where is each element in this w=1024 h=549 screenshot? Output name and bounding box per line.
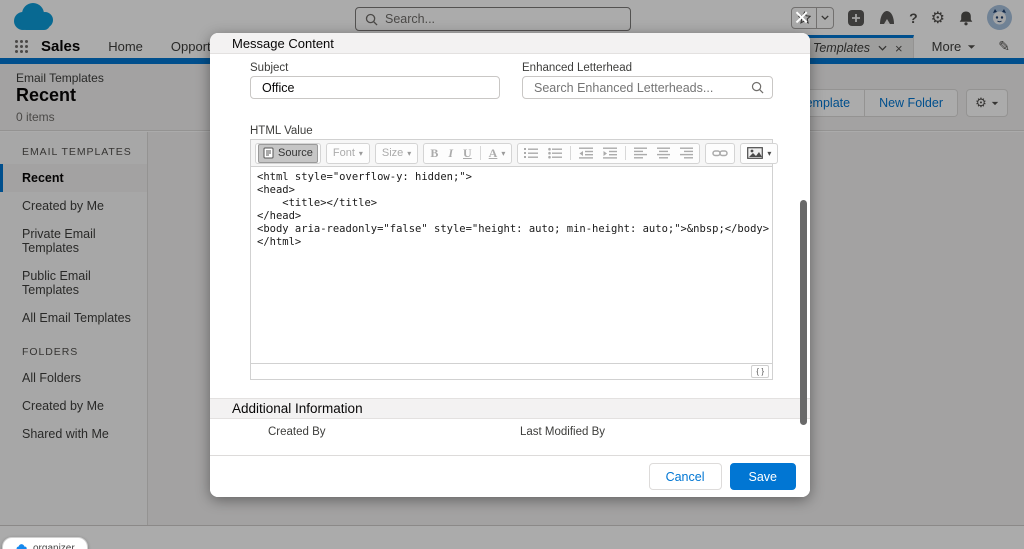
source-doc-icon xyxy=(263,147,274,159)
bulleted-list-icon[interactable] xyxy=(544,145,566,162)
align-center-icon[interactable] xyxy=(653,145,674,162)
created-by-label: Created By xyxy=(268,426,326,438)
text-color-button[interactable]: A ▾ xyxy=(485,145,510,162)
enhanced-letterhead-label: Enhanced Letterhead xyxy=(522,62,632,74)
link-icon[interactable] xyxy=(708,145,732,162)
image-button[interactable]: ▾ xyxy=(743,145,775,162)
link-group xyxy=(705,142,736,164)
enhanced-letterhead-input[interactable] xyxy=(523,80,751,95)
align-left-icon[interactable] xyxy=(630,145,651,162)
align-right-icon[interactable] xyxy=(676,145,697,162)
editor-toolbar: Source Font ▾ Size ▾ B I U A ▾ ▾ xyxy=(251,140,779,167)
elements-path-button[interactable]: { } xyxy=(751,365,769,378)
modal-close-icon[interactable]: × xyxy=(794,4,809,30)
font-group: Font ▾ xyxy=(325,142,370,164)
section-additional-information: Additional Information xyxy=(210,398,810,419)
bold-button[interactable]: B xyxy=(426,145,442,162)
image-group: ▾ xyxy=(740,142,779,164)
toolbar-separator xyxy=(479,146,481,160)
numbered-list-icon[interactable] xyxy=(520,145,542,162)
format-group: B I U A ▾ xyxy=(423,142,513,164)
html-value-label: HTML Value xyxy=(250,125,313,137)
save-button[interactable]: Save xyxy=(729,463,796,490)
search-icon xyxy=(751,81,764,94)
size-dropdown[interactable]: Size ▾ xyxy=(378,145,415,162)
editor-status-bar: { } xyxy=(251,363,772,379)
modal-scrollbar-thumb[interactable] xyxy=(800,200,807,425)
badge-label: organizer xyxy=(33,542,75,549)
modal-footer: Cancel Save xyxy=(210,455,810,497)
italic-button[interactable]: I xyxy=(444,145,457,162)
paragraph-group xyxy=(517,142,701,164)
indent-icon[interactable] xyxy=(599,145,621,162)
outdent-icon[interactable] xyxy=(575,145,597,162)
organizer-extension-badge[interactable]: organizer xyxy=(2,537,88,549)
source-button[interactable]: Source xyxy=(258,143,318,163)
font-dropdown[interactable]: Font ▾ xyxy=(329,145,367,162)
underline-button[interactable]: U xyxy=(459,145,476,162)
source-group: Source xyxy=(255,142,321,164)
subject-input[interactable] xyxy=(250,76,500,99)
size-group: Size ▾ xyxy=(374,142,419,164)
toolbar-separator xyxy=(625,146,627,160)
cancel-button[interactable]: Cancel xyxy=(648,463,722,490)
source-code-area[interactable]: <html style="overflow-y: hidden;"> <head>… xyxy=(251,167,772,363)
cloud-icon xyxy=(16,544,27,549)
screen: Search... ? ⚙ Sales Home Email Templates… xyxy=(0,0,1024,549)
subject-label: Subject xyxy=(250,62,289,74)
html-editor: Source Font ▾ Size ▾ B I U A ▾ ▾ <html s… xyxy=(250,139,779,380)
toolbar-separator xyxy=(570,146,572,160)
email-template-edit-modal: Message Content Subject Enhanced Letterh… xyxy=(210,33,810,497)
enhanced-letterhead-search[interactable] xyxy=(522,76,773,99)
last-modified-by-label: Last Modified By xyxy=(520,426,606,438)
section-message-content: Message Content xyxy=(210,33,810,54)
